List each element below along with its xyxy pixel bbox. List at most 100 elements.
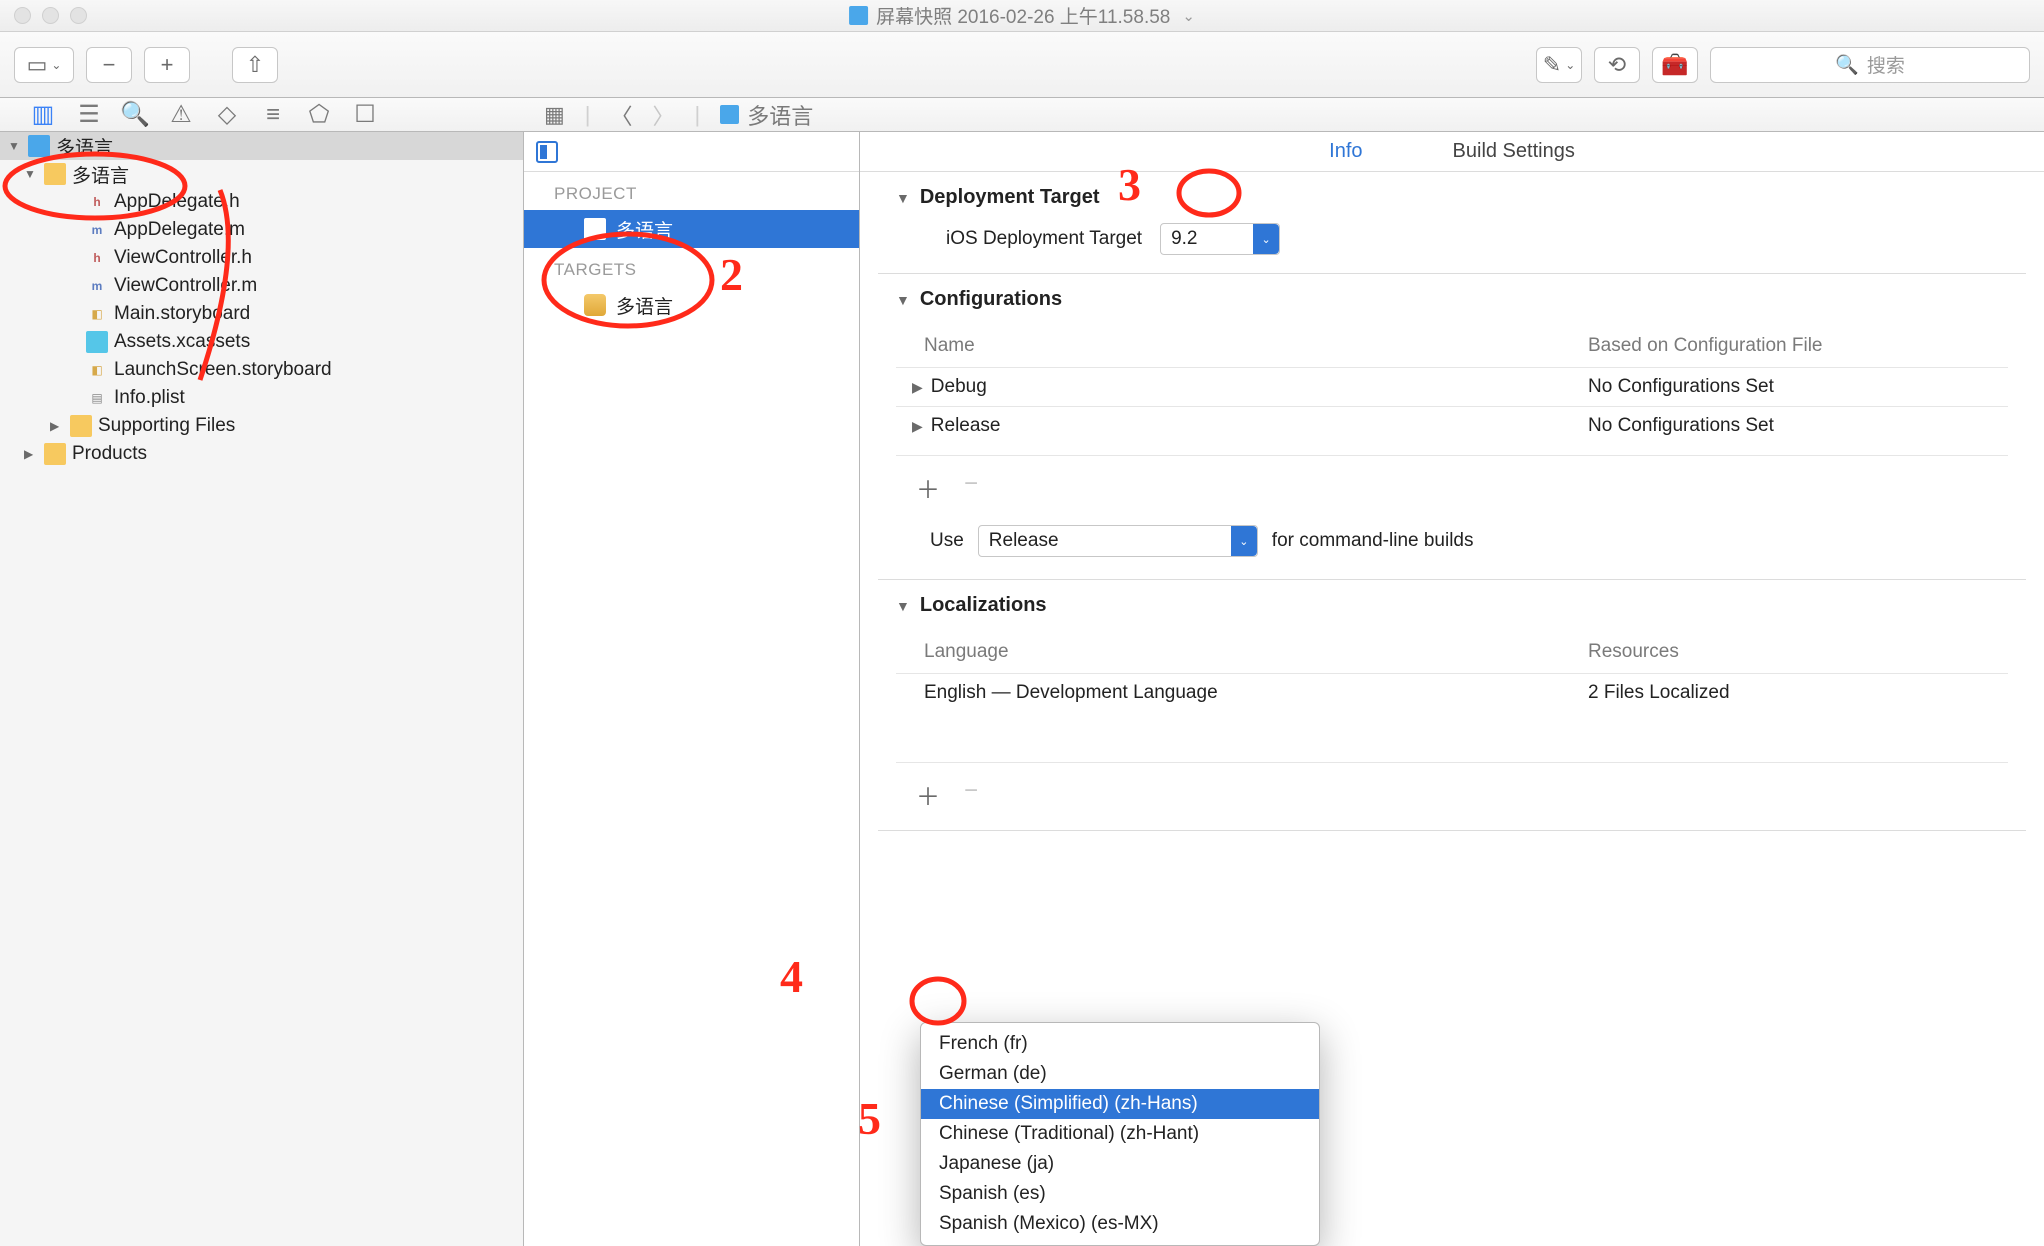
jump-bar: ▦ | 〈 〉 | 多语言	[528, 99, 2044, 131]
window-title-text: 屏幕快照 2016-02-26 上午11.58.58	[876, 2, 1170, 29]
navigator-group[interactable]: ▼ 多语言	[0, 160, 523, 188]
zoom-window-icon[interactable]	[70, 7, 87, 24]
project-navigator: ▼ 多语言 ▼ 多语言 hAppDelegate.h mAppDelegate.…	[0, 132, 524, 1246]
header-icon: h	[86, 247, 108, 269]
find-navigator-icon[interactable]: 🔍	[124, 104, 146, 126]
lang-option-ja[interactable]: Japanese (ja)	[921, 1149, 1319, 1179]
deployment-target-section: ▼Deployment Target iOS Deployment Target…	[878, 172, 2026, 274]
localization-row[interactable]: English — Development Language2 Files Lo…	[896, 673, 2008, 712]
file-assets[interactable]: Assets.xcassets	[0, 328, 523, 356]
symbol-navigator-icon[interactable]: ☰	[78, 104, 100, 126]
target-list-header	[524, 132, 859, 172]
toolbox-button[interactable]: 🧰	[1652, 47, 1698, 83]
file-viewcontroller-m[interactable]: mViewController.m	[0, 272, 523, 300]
back-button[interactable]: 〈	[611, 99, 633, 131]
test-navigator-icon[interactable]: ◇	[216, 104, 238, 126]
rotate-button[interactable]: ⟲	[1594, 47, 1640, 83]
project-navigator-icon[interactable]: ▥	[32, 104, 54, 126]
tab-build-settings[interactable]: Build Settings	[1453, 140, 1575, 163]
zoom-in-button[interactable]: +	[144, 47, 190, 83]
storyboard-icon: ◧	[86, 359, 108, 381]
navigator-group-label: 多语言	[72, 161, 129, 188]
breadcrumb[interactable]: 多语言	[720, 99, 813, 131]
issue-navigator-icon[interactable]: ⚠	[170, 104, 192, 126]
zoom-out-button[interactable]: −	[86, 47, 132, 83]
deployment-target-label: iOS Deployment Target	[946, 228, 1142, 250]
minimize-window-icon[interactable]	[42, 7, 59, 24]
lang-option-de[interactable]: German (de)	[921, 1059, 1319, 1089]
config-row-debug[interactable]: ▶DebugNo Configurations Set	[896, 367, 2008, 406]
configurations-section: ▼Configurations NameBased on Configurati…	[878, 274, 2026, 580]
related-items-icon[interactable]: ▦	[544, 102, 565, 128]
project-icon	[720, 105, 739, 124]
folder-icon	[44, 443, 66, 465]
target-list: PROJECT 多语言 TARGETS 多语言	[524, 132, 860, 1246]
traffic-lights	[0, 7, 87, 24]
window-title: 屏幕快照 2016-02-26 上午11.58.58 ⌄	[849, 2, 1195, 29]
breakpoint-navigator-icon[interactable]: ⬠	[308, 104, 330, 126]
search-placeholder: 搜索	[1867, 51, 1905, 78]
disclosure-icon[interactable]: ▼	[896, 292, 910, 308]
file-main-storyboard[interactable]: ◧Main.storyboard	[0, 300, 523, 328]
file-viewcontroller-h[interactable]: hViewController.h	[0, 244, 523, 272]
tab-info[interactable]: Info	[1329, 140, 1362, 163]
project-row[interactable]: 多语言	[524, 210, 859, 248]
header-icon: h	[86, 191, 108, 213]
folder-icon	[44, 163, 66, 185]
deployment-target-select[interactable]: 9.2⌄	[1160, 223, 1280, 255]
impl-icon: m	[86, 275, 108, 297]
app-target-icon	[584, 294, 606, 316]
folder-products[interactable]: ▶Products	[0, 440, 523, 468]
share-button[interactable]: ⇧	[232, 47, 278, 83]
language-popup: French (fr) German (de) Chinese (Simplif…	[920, 1022, 1320, 1246]
project-icon	[28, 135, 50, 157]
file-launchscreen-storyboard[interactable]: ◧LaunchScreen.storyboard	[0, 356, 523, 384]
file-appdelegate-m[interactable]: mAppDelegate.m	[0, 216, 523, 244]
use-config-select[interactable]: Release⌄	[978, 525, 1258, 557]
config-row-release[interactable]: ▶ReleaseNo Configurations Set	[896, 406, 2008, 445]
lang-option-zh-hant[interactable]: Chinese (Traditional) (zh-Hant)	[921, 1119, 1319, 1149]
lang-option-zh-hans[interactable]: Chinese (Simplified) (zh-Hans)	[921, 1089, 1319, 1119]
disclosure-icon[interactable]: ▶	[912, 379, 923, 396]
close-window-icon[interactable]	[14, 7, 31, 24]
folder-supporting-files[interactable]: ▶Supporting Files	[0, 412, 523, 440]
debug-navigator-icon[interactable]: ≡	[262, 104, 284, 126]
add-config-button[interactable]: ＋	[916, 470, 940, 505]
edit-button[interactable]: ✎ ⌄	[1536, 47, 1582, 83]
report-navigator-icon[interactable]: ☐	[354, 104, 376, 126]
remove-config-button[interactable]: −	[964, 470, 978, 505]
forward-button[interactable]: 〉	[653, 99, 675, 131]
titlebar: 屏幕快照 2016-02-26 上午11.58.58 ⌄	[0, 0, 2044, 32]
document-icon	[849, 6, 868, 25]
remove-localization-button[interactable]: −	[964, 777, 978, 812]
use-label: Use	[930, 530, 964, 552]
lang-option-es[interactable]: Spanish (es)	[921, 1179, 1319, 1209]
chevron-down-icon[interactable]: ⌄	[1182, 7, 1195, 25]
chevron-down-icon: ⌄	[1231, 526, 1257, 556]
navigator-project-root[interactable]: ▼ 多语言	[0, 132, 523, 160]
lang-option-fr[interactable]: French (fr)	[921, 1029, 1319, 1059]
target-row[interactable]: 多语言	[524, 286, 859, 324]
col-language: Language	[924, 641, 1588, 663]
sidebar-toggle-button[interactable]: ▭ ⌄	[14, 47, 74, 83]
search-icon: 🔍	[1835, 53, 1859, 77]
plist-icon: ▤	[86, 387, 108, 409]
disclosure-icon[interactable]: ▶	[912, 418, 923, 435]
search-input[interactable]: 🔍 搜索	[1710, 47, 2030, 83]
col-name: Name	[924, 335, 1588, 357]
assets-icon	[86, 331, 108, 353]
add-localization-button[interactable]: ＋	[916, 777, 940, 812]
file-info-plist[interactable]: ▤Info.plist	[0, 384, 523, 412]
file-appdelegate-h[interactable]: hAppDelegate.h	[0, 188, 523, 216]
navigator-root-label: 多语言	[56, 133, 113, 160]
targets-section-label: TARGETS	[524, 248, 859, 286]
disclosure-icon[interactable]: ▼	[896, 598, 910, 614]
outline-toggle-icon[interactable]	[536, 141, 558, 163]
project-section-label: PROJECT	[524, 172, 859, 210]
storyboard-icon: ◧	[86, 303, 108, 325]
folder-icon	[70, 415, 92, 437]
detail-tabs: Info Build Settings	[860, 132, 2044, 172]
lang-option-es-mx[interactable]: Spanish (Mexico) (es-MX)	[921, 1209, 1319, 1239]
disclosure-icon[interactable]: ▼	[896, 190, 910, 206]
use-suffix: for command-line builds	[1272, 530, 1474, 552]
